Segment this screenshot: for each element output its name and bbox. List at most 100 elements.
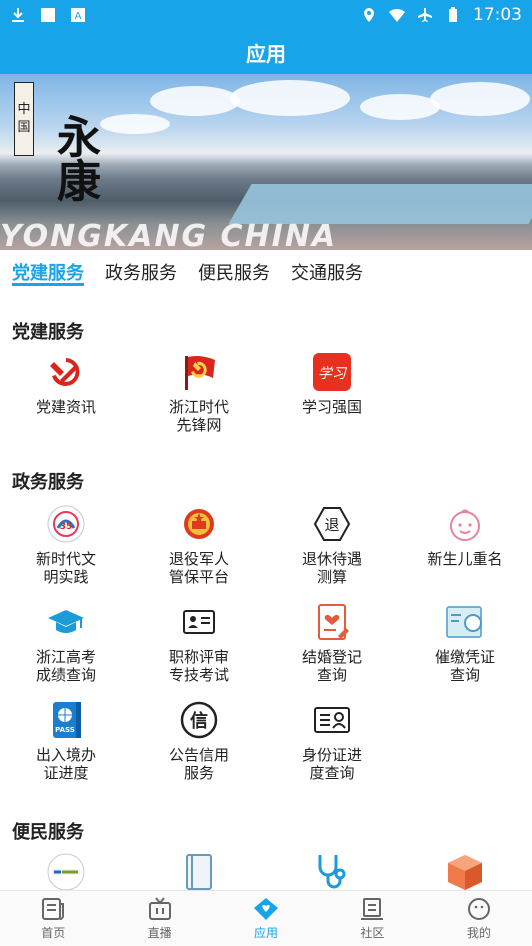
seal-char-2: 国 <box>17 120 31 135</box>
nav-home[interactable]: 首页 <box>0 891 106 946</box>
status-bar: A 17:03 <box>0 0 532 30</box>
nav-apps[interactable]: 应用 <box>213 891 319 946</box>
service-id-card-progress[interactable]: 身份证进 度查询 <box>277 700 387 782</box>
battery-icon <box>449 7 457 22</box>
credit-icon: 信 <box>179 700 219 740</box>
tv-icon <box>148 897 171 920</box>
service-exit-entry-progress[interactable]: PASS 出入境办 证进度 <box>11 700 121 782</box>
xuexi-qiangguo-icon: 学习 <box>312 352 352 392</box>
svg-text:学习: 学习 <box>318 366 348 382</box>
service-veterans-platform[interactable]: 退役军人 管保平台 <box>144 504 254 586</box>
tab-traffic-service[interactable]: 交通服务 <box>291 250 363 298</box>
service-label: 身份证进 度查询 <box>301 746 362 782</box>
service-civilization-practice[interactable]: 35 新时代文 明实践 <box>11 504 121 586</box>
book-icon <box>179 852 219 890</box>
nav-community[interactable]: 社区 <box>319 891 425 946</box>
service-label: 出入境办 证进度 <box>35 746 96 782</box>
banner-calligraphy: 永康 <box>49 114 100 202</box>
service-label: 党建资讯 <box>35 398 96 416</box>
service-newborn-name[interactable]: 新生儿重名 <box>410 504 520 568</box>
section-title-party: 党建服务 <box>12 322 84 343</box>
service-label: 公告信用 服务 <box>168 746 229 782</box>
service-retirement-calc[interactable]: 退 退休待遇 测算 <box>277 504 387 586</box>
service-convenience-1[interactable] <box>11 852 121 890</box>
location-icon <box>364 8 374 22</box>
service-label: 新生儿重名 <box>427 550 503 568</box>
service-convenience-2[interactable] <box>144 852 254 890</box>
service-title-review[interactable]: 职称评审 专技考试 <box>144 602 254 684</box>
service-label: 学习强国 <box>301 398 362 416</box>
package-box-icon <box>445 852 485 890</box>
service-xuexi-qiangguo[interactable]: 学习 学习强国 <box>277 352 387 416</box>
nav-label: 直播 <box>147 926 172 940</box>
service-label: 浙江高考 成绩查询 <box>35 648 96 684</box>
category-tabs: 党建服务 政务服务 便民服务 交通服务 <box>0 250 532 298</box>
section-title-gov: 政务服务 <box>12 472 84 493</box>
airplane-icon <box>418 8 432 22</box>
nav-mine[interactable]: 我的 <box>426 891 532 946</box>
a-notification-icon: A <box>71 8 85 22</box>
svg-text:退: 退 <box>324 516 339 534</box>
tab-gov-service[interactable]: 政务服务 <box>105 250 177 298</box>
tab-convenience-service[interactable]: 便民服务 <box>198 250 270 298</box>
hammer-sickle-icon <box>46 352 86 392</box>
banner-seal: 中 国 <box>14 82 34 156</box>
section-title-convenience: 便民服务 <box>12 822 84 843</box>
svg-text:A: A <box>75 11 82 22</box>
nav-label: 社区 <box>360 926 385 940</box>
services-content: 党建服务 党建资讯 浙江时代 先锋网 学习 学习强国 政务服务 35 新时代文 明实… <box>0 298 532 890</box>
service-logo-icon <box>46 852 86 890</box>
status-time: 17:03 <box>473 5 522 25</box>
home-news-icon <box>42 898 65 920</box>
bottom-navigation: 首页 直播 应用 社区 我的 <box>0 890 532 946</box>
service-convenience-4[interactable] <box>410 852 520 890</box>
page-title: 应用 <box>246 41 286 66</box>
service-label: 新时代文 明实践 <box>35 550 96 586</box>
service-label: 结婚登记 查询 <box>301 648 362 684</box>
nav-label: 我的 <box>466 926 491 940</box>
banner-watermark: YONGKANG CHINA <box>0 219 338 250</box>
square-notification-icon <box>41 8 55 22</box>
status-left-icons: A <box>10 7 86 23</box>
service-label: 浙江时代 先锋网 <box>168 398 229 434</box>
community-icon <box>361 898 384 920</box>
nav-label: 应用 <box>254 926 279 940</box>
tab-party-service[interactable]: 党建服务 <box>12 250 84 298</box>
baby-face-icon <box>445 504 485 544</box>
civilization-practice-icon: 35 <box>46 504 86 544</box>
graduation-cap-icon <box>46 602 86 642</box>
id-card-icon <box>179 602 219 642</box>
service-payment-voucher[interactable]: 催缴凭证 查询 <box>410 602 520 684</box>
service-marriage-registration[interactable]: 结婚登记 查询 <box>277 602 387 684</box>
wifi-icon <box>389 8 405 22</box>
service-public-credit[interactable]: 信 公告信用 服务 <box>144 700 254 782</box>
svg-text:PASS: PASS <box>55 726 75 734</box>
nav-live[interactable]: 直播 <box>106 891 212 946</box>
retire-icon: 退 <box>312 504 352 544</box>
svg-text:35: 35 <box>60 522 73 532</box>
profile-face-icon <box>467 898 490 920</box>
svg-text:信: 信 <box>190 710 208 732</box>
banner-image[interactable]: 中 国 永康 YONGKANG CHINA <box>0 74 532 250</box>
service-gaokao-score[interactable]: 浙江高考 成绩查询 <box>11 602 121 684</box>
seal-char-1: 中 <box>17 102 31 117</box>
service-zhejiang-pioneer[interactable]: 浙江时代 先锋网 <box>144 352 254 434</box>
service-label: 退役军人 管保平台 <box>168 550 229 586</box>
apps-heart-icon <box>254 898 279 920</box>
stethoscope-icon <box>312 852 352 890</box>
app-bar: 应用 <box>0 30 532 74</box>
marriage-certificate-icon <box>312 602 352 642</box>
party-flag-icon <box>179 352 219 392</box>
service-label: 职称评审 专技考试 <box>168 648 229 684</box>
voucher-search-icon <box>445 602 485 642</box>
status-right-icons: 17:03 <box>361 5 522 25</box>
nav-label: 首页 <box>41 926 66 940</box>
service-convenience-3[interactable] <box>277 852 387 890</box>
service-label: 催缴凭证 查询 <box>434 648 495 684</box>
national-emblem-icon <box>179 504 219 544</box>
download-icon <box>12 8 24 22</box>
service-party-news[interactable]: 党建资讯 <box>11 352 121 416</box>
id-card-person-icon <box>312 700 352 740</box>
service-label: 退休待遇 测算 <box>301 550 362 586</box>
passport-icon: PASS <box>46 700 86 740</box>
